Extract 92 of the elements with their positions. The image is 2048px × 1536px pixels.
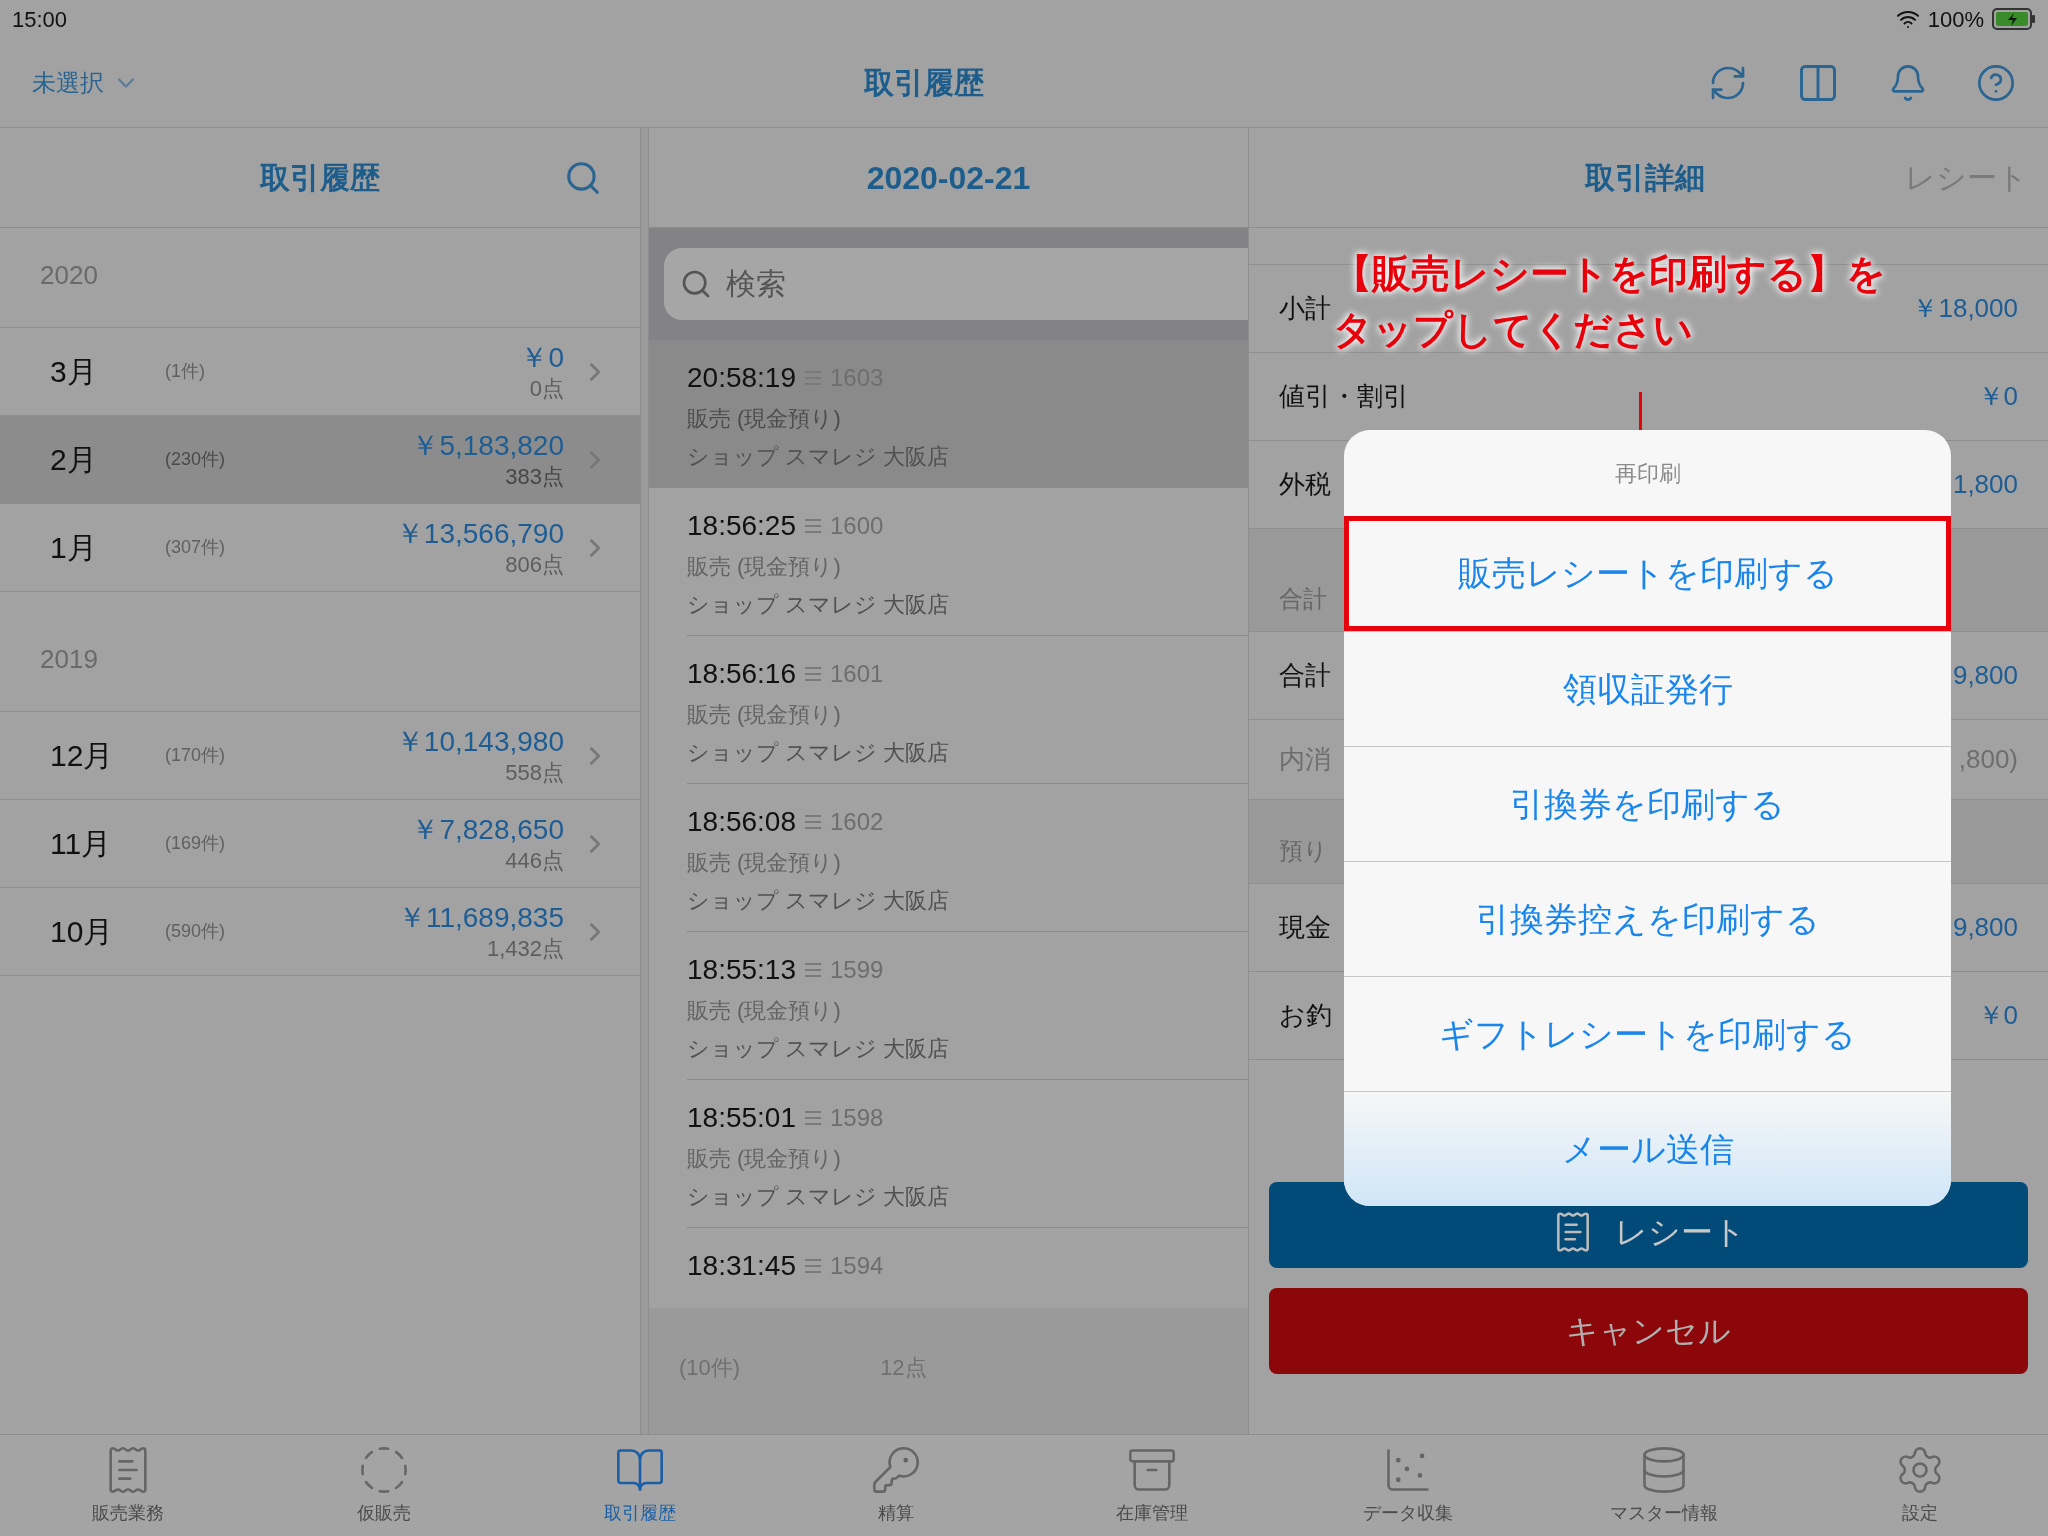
tab-bar-item[interactable]: データ収集 [1280, 1435, 1536, 1536]
year-header: 2020 [40, 259, 98, 292]
month-label: 11月 [50, 826, 113, 862]
year-header: 2019 [40, 643, 98, 676]
shop-name: ショップ スマレジ 大阪店 [687, 1183, 951, 1211]
transaction-type: 販売 (現金預り) [687, 553, 842, 581]
points-label: 558点 [505, 759, 564, 787]
detail-tab[interactable]: 取引詳細 [1585, 155, 1705, 200]
help-icon[interactable] [1976, 62, 2016, 103]
transaction-type: 販売 (現金預り) [687, 1145, 842, 1173]
month-label: 10月 [50, 914, 115, 950]
tab-bar-item[interactable]: 設定 [1792, 1435, 2048, 1536]
shop-name: ショップ スマレジ 大阪店 [687, 1035, 951, 1063]
count-label: (307件) [165, 536, 227, 559]
battery-percent: 100% [1927, 5, 1984, 34]
transaction-type: 販売 (現金預り) [687, 849, 842, 877]
tab-bar-item[interactable]: 仮販売 [256, 1435, 512, 1536]
detail-value: 1,800 [1952, 468, 2018, 501]
tab-bar-item[interactable]: 販売業務 [0, 1435, 256, 1536]
count-label: (230件) [165, 448, 227, 471]
count-label: (1件) [165, 360, 206, 383]
amount-label: ￥13,566,790 [395, 517, 564, 552]
points-label: 1,432点 [486, 935, 564, 963]
transaction-type: 販売 (現金預り) [687, 997, 842, 1025]
month-label: 2月 [50, 442, 98, 478]
month-label: 12月 [50, 738, 115, 774]
tab-bar-item[interactable]: 精算 [768, 1435, 1024, 1536]
detail-label: 合計 [1279, 659, 1331, 692]
detail-label: 値引・割引 [1279, 380, 1409, 413]
time-label: 18:55:01 [687, 1101, 796, 1135]
amount-label: ￥7,828,650 [411, 813, 564, 848]
count-label: (590件) [165, 920, 227, 943]
points-label: 806点 [505, 551, 564, 579]
menu-item[interactable]: メール送信 [1344, 1091, 1951, 1206]
panel-title: 2020-02-21 [866, 158, 1031, 198]
menu-title: 再印刷 [1614, 459, 1681, 488]
time-label: 18:56:08 [687, 805, 796, 839]
menu-item[interactable]: 販売レシートを印刷する [1344, 516, 1951, 631]
time-label: 18:56:16 [687, 657, 796, 691]
time-label: 20:58:19 [687, 361, 796, 395]
panel-title: 取引履歴 [260, 160, 380, 196]
points-label: 0点 [529, 375, 564, 403]
month-row[interactable]: 2月 (230件) ￥5,183,820 383点 [0, 416, 640, 504]
list-icon [804, 814, 822, 830]
detail-label: お釣 [1279, 999, 1332, 1032]
detail-value: 9,800 [1952, 659, 2018, 692]
amount-label: ￥10,143,980 [395, 725, 564, 760]
key-icon [870, 1444, 922, 1496]
tab-bar-item[interactable]: 取引履歴 [512, 1435, 768, 1536]
list-icon [804, 962, 822, 978]
tab-bar-item[interactable]: マスター情報 [1536, 1435, 1792, 1536]
time-label: 18:56:25 [687, 509, 796, 543]
search-icon [680, 268, 712, 300]
list-icon [804, 1258, 822, 1274]
month-label: 1月 [50, 530, 98, 566]
amount-label: ￥11,689,835 [397, 901, 564, 936]
detail-label: 小計 [1279, 292, 1331, 325]
transaction-type: 販売 (現金預り) [687, 405, 842, 433]
list-icon [804, 518, 822, 534]
shop-name: ショップ スマレジ 大阪店 [687, 887, 951, 915]
time-label: 18:31:45 [687, 1249, 796, 1283]
detail-value: ￥0 [1977, 380, 2018, 413]
month-label: 3月 [50, 354, 98, 390]
dashed-register-icon [358, 1444, 410, 1496]
store-selector[interactable]: 未選択 [32, 64, 140, 101]
shop-name: ショップ スマレジ 大阪店 [687, 739, 951, 767]
menu-item[interactable]: 引換券を印刷する [1344, 746, 1951, 861]
status-time: 15:00 [12, 5, 68, 34]
shop-name: ショップ スマレジ 大阪店 [687, 591, 951, 619]
points-label: 446点 [505, 847, 564, 875]
time-label: 18:55:13 [687, 953, 796, 987]
tab-bar-item[interactable]: 在庫管理 [1024, 1435, 1280, 1536]
detail-value: ￥0 [1977, 999, 2018, 1032]
menu-item[interactable]: 領収証発行 [1344, 631, 1951, 746]
transaction-type: 販売 (現金預り) [687, 701, 842, 729]
amount-label: ￥5,183,820 [411, 429, 564, 464]
count-label: (169件) [165, 832, 227, 855]
detail-label: 現金 [1279, 911, 1331, 944]
nav-title: 取引履歴 [864, 65, 984, 101]
cancel-button[interactable]: キャンセル [1269, 1288, 2028, 1374]
detail-label: 外税 [1279, 468, 1331, 501]
count-label: (170件) [165, 744, 227, 767]
list-icon [804, 1110, 822, 1126]
battery-icon [1992, 8, 2036, 30]
menu-item[interactable]: 引換券控えを印刷する [1344, 861, 1951, 976]
callout-text: 【販売レシートを印刷する】を タップしてください [1333, 251, 1886, 353]
list-icon [804, 666, 822, 682]
amount-label: ￥0 [520, 341, 564, 376]
detail-value: ￥18,000 [1912, 292, 2018, 325]
search-field[interactable]: 検索 [664, 248, 1248, 320]
points-label: 383点 [505, 463, 564, 491]
detail-value: 9,800 [1952, 911, 2018, 944]
